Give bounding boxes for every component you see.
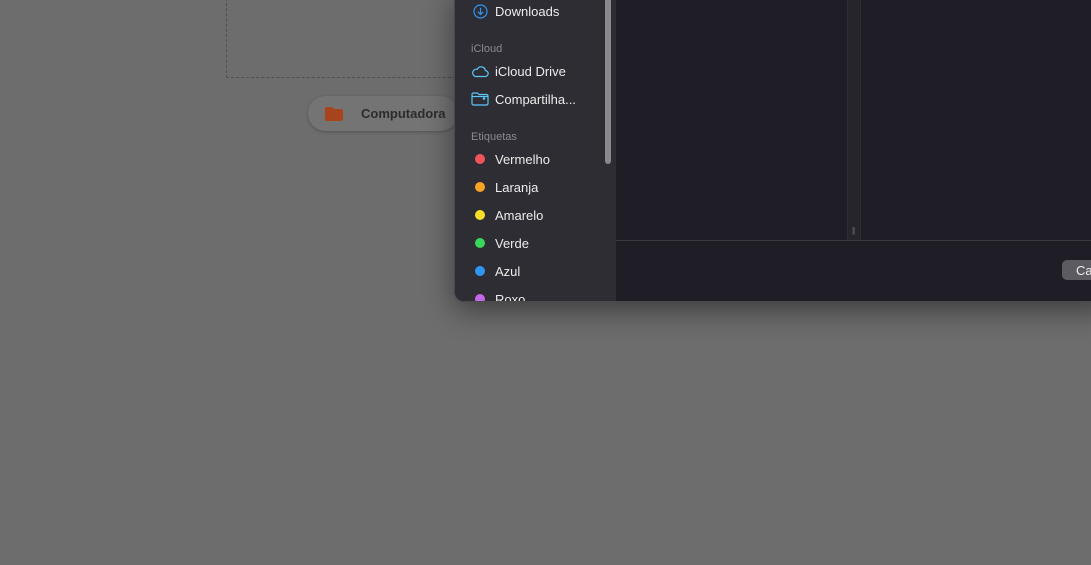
sidebar-item-label: Laranja: [495, 179, 539, 195]
sidebar-tag-blue[interactable]: Azul: [471, 260, 599, 282]
column-resize-handle[interactable]: ||: [852, 226, 855, 235]
cloud-icon: [471, 63, 489, 79]
sidebar-tag-red[interactable]: Vermelho: [471, 148, 599, 170]
sidebar-section-tags: Etiquetas: [471, 131, 517, 143]
sidebar-item-label: Amarelo: [495, 207, 544, 223]
tag-dot-icon: [471, 207, 489, 223]
sidebar-item-label: Downloads: [495, 3, 560, 19]
dialog-footer: [616, 240, 1091, 301]
sidebar-item-shared[interactable]: Compartilha...: [471, 88, 599, 110]
sidebar-item-label: Roxo: [495, 291, 526, 302]
sidebar-scrollbar[interactable]: [605, 0, 611, 164]
orange-tag-dot: [475, 182, 485, 192]
file-browser-columns[interactable]: ||: [616, 0, 1091, 240]
sidebar-item-label: Azul: [495, 263, 521, 279]
tag-dot-icon: [471, 263, 489, 279]
blue-tag-dot: [475, 266, 485, 276]
drop-zone: [226, 0, 466, 78]
red-tag-dot: [475, 154, 485, 164]
sidebar-tag-purple[interactable]: Roxo: [471, 288, 599, 302]
yellow-tag-dot: [475, 210, 485, 220]
download-icon: [471, 3, 489, 19]
computer-source-label: Computadora: [361, 106, 446, 121]
sidebar-item-label: Verde: [495, 235, 529, 251]
sidebar-item-label: iCloud Drive: [495, 63, 566, 79]
sidebar-tag-yellow[interactable]: Amarelo: [471, 204, 599, 226]
tag-dot-icon: [471, 291, 489, 301]
sidebar-section-icloud: iCloud: [471, 43, 503, 55]
dialog-sidebar: Downloads iCloud iCloud Drive Compartilh…: [455, 0, 617, 301]
sidebar-item-label: Compartilha...: [495, 91, 576, 107]
sidebar-item-label: Vermelho: [495, 151, 550, 167]
sidebar-item-icloud-drive[interactable]: iCloud Drive: [471, 60, 599, 82]
shared-folder-icon: [471, 91, 489, 107]
computer-source-button[interactable]: Computadora: [308, 96, 458, 131]
cancel-button-label: Ca: [1076, 262, 1091, 278]
purple-tag-dot: [475, 294, 485, 301]
tag-dot-icon: [471, 151, 489, 167]
open-file-dialog: Downloads iCloud iCloud Drive Compartilh…: [454, 0, 1091, 302]
sidebar-tag-green[interactable]: Verde: [471, 232, 599, 254]
cancel-button[interactable]: Ca: [1062, 260, 1091, 280]
sidebar-tag-orange[interactable]: Laranja: [471, 176, 599, 198]
sidebar-item-downloads[interactable]: Downloads: [471, 0, 599, 22]
tag-dot-icon: [471, 235, 489, 251]
folder-icon: [324, 106, 344, 122]
column-divider[interactable]: [847, 0, 861, 240]
green-tag-dot: [475, 238, 485, 248]
tag-dot-icon: [471, 179, 489, 195]
